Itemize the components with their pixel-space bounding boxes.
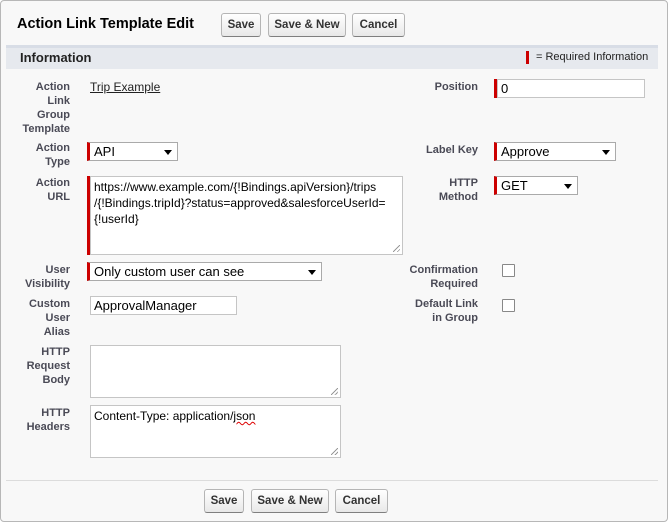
resize-grip-icon[interactable] bbox=[331, 388, 338, 395]
label-key-label: Label Key bbox=[426, 144, 478, 156]
user-visibility-label: User Visibility bbox=[24, 264, 70, 290]
resize-grip-icon[interactable] bbox=[331, 448, 338, 455]
top-cancel-button[interactable]: Cancel bbox=[352, 13, 405, 37]
required-indicator bbox=[526, 51, 529, 64]
spellcheck-word: json bbox=[233, 409, 256, 423]
chevron-down-icon bbox=[308, 270, 316, 275]
footer-divider bbox=[6, 480, 658, 481]
default-link-checkbox[interactable] bbox=[502, 299, 515, 312]
user-visibility-select[interactable]: Only custom user can see bbox=[87, 262, 322, 281]
http-method-select[interactable]: GET bbox=[494, 176, 578, 195]
action-type-select[interactable]: API bbox=[87, 142, 178, 161]
position-label: Position bbox=[434, 81, 478, 93]
resize-grip-icon[interactable] bbox=[393, 245, 400, 252]
top-save-button[interactable]: Save bbox=[221, 13, 261, 37]
position-input[interactable]: 0 bbox=[497, 79, 645, 98]
chevron-down-icon bbox=[602, 150, 610, 155]
chevron-down-icon bbox=[164, 150, 172, 155]
custom-user-alias-input[interactable]: ApprovalManager bbox=[90, 296, 237, 315]
action-url-label: Action URL bbox=[35, 177, 70, 203]
http-headers-label: HTTP Headers bbox=[26, 407, 70, 433]
action-url-textarea[interactable]: https://www.example.com/{!Bindings.apiVe… bbox=[90, 176, 403, 255]
top-save-new-button[interactable]: Save & New bbox=[268, 13, 346, 37]
chevron-down-icon bbox=[564, 184, 572, 189]
page-title: Action Link Template Edit bbox=[17, 16, 194, 32]
http-request-body-textarea[interactable] bbox=[90, 345, 341, 398]
label-key-select[interactable]: Approve bbox=[494, 142, 616, 161]
http-request-body-label: HTTP Request Body bbox=[26, 346, 70, 386]
http-method-label: HTTP Method bbox=[438, 177, 478, 203]
confirmation-required-label: Confirmation Required bbox=[409, 264, 478, 290]
default-link-label: Default Link in Group bbox=[415, 298, 478, 324]
required-note: = Required Information bbox=[536, 51, 649, 63]
section-title: Information bbox=[20, 50, 92, 65]
custom-user-alias-label: Custom User Alias bbox=[29, 298, 70, 338]
group-template-link[interactable]: Trip Example bbox=[90, 80, 160, 94]
confirmation-required-checkbox[interactable] bbox=[502, 264, 515, 277]
group-template-label: Action Link Group Template bbox=[22, 81, 70, 135]
bottom-cancel-button[interactable]: Cancel bbox=[335, 489, 388, 513]
http-headers-textarea[interactable]: Content-Type: application/json bbox=[90, 405, 341, 458]
bottom-save-new-button[interactable]: Save & New bbox=[251, 489, 329, 513]
section-header: Information = Required Information bbox=[6, 45, 658, 69]
action-type-label: Action Type bbox=[35, 142, 70, 168]
bottom-save-button[interactable]: Save bbox=[204, 489, 244, 513]
